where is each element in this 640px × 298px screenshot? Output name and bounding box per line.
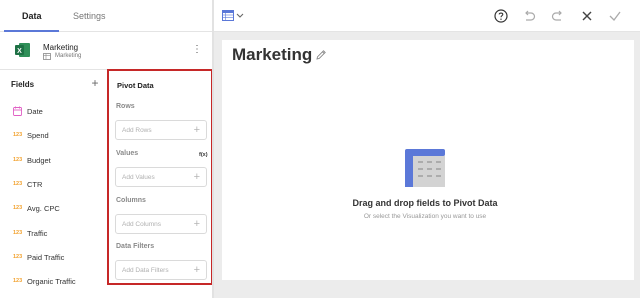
field-label: Avg. CPC bbox=[27, 204, 60, 214]
field-item[interactable]: 123 CTR bbox=[13, 178, 98, 192]
empty-state-title: Drag and drop fields to Pivot Data bbox=[352, 198, 498, 208]
field-label: Traffic bbox=[27, 228, 48, 238]
tab-settings[interactable]: Settings bbox=[73, 0, 106, 32]
number-type-icon: 123 bbox=[13, 180, 23, 187]
field-label: Spend bbox=[27, 131, 49, 141]
field-item[interactable]: 123 Organic Traffic bbox=[13, 275, 98, 289]
field-label: Budget bbox=[27, 155, 51, 165]
add-data-filters-dropzone[interactable]: Add Data Filters + bbox=[115, 260, 207, 280]
add-rows-placeholder: Add Rows bbox=[122, 127, 152, 134]
values-label: Values bbox=[116, 150, 139, 157]
field-label: CTR bbox=[27, 179, 43, 189]
pivot-table-icon bbox=[405, 149, 445, 187]
kebab-icon[interactable]: ⋮ bbox=[192, 43, 202, 57]
plus-icon: + bbox=[193, 264, 200, 276]
add-columns-placeholder: Add Columns bbox=[122, 221, 162, 228]
data-filters-label: Data Filters bbox=[116, 243, 155, 250]
rows-label: Rows bbox=[116, 103, 135, 110]
tab-data[interactable]: Data bbox=[22, 0, 42, 32]
close-icon[interactable] bbox=[580, 9, 594, 23]
empty-state-subtitle: Or select the Visualization you want to … bbox=[363, 213, 487, 220]
field-item[interactable]: 123 Paid Traffic bbox=[13, 251, 98, 265]
function-icon[interactable]: f(x) bbox=[199, 152, 208, 158]
redo-icon[interactable] bbox=[551, 9, 565, 23]
plus-icon: + bbox=[193, 218, 200, 230]
plus-icon: + bbox=[193, 171, 200, 183]
pivot-panel: Pivot Data Rows Add Rows + Values f(x) A… bbox=[107, 69, 213, 285]
svg-text:X: X bbox=[17, 48, 22, 55]
visualization-title[interactable]: Marketing bbox=[232, 45, 312, 65]
help-icon[interactable] bbox=[494, 9, 508, 23]
columns-label: Columns bbox=[116, 197, 146, 204]
number-type-icon: 123 bbox=[13, 205, 23, 212]
add-columns-dropzone[interactable]: Add Columns + bbox=[115, 214, 207, 234]
number-type-icon: 123 bbox=[13, 278, 23, 285]
add-values-dropzone[interactable]: Add Values + bbox=[115, 167, 207, 187]
number-type-icon: 123 bbox=[13, 229, 23, 236]
field-item[interactable]: 123 Avg. CPC bbox=[13, 202, 98, 216]
field-label: Date bbox=[27, 107, 43, 116]
panel-tabs: Data Settings bbox=[0, 0, 212, 32]
field-item[interactable]: Date bbox=[13, 105, 98, 119]
toolbar bbox=[214, 0, 640, 32]
plus-icon: + bbox=[193, 124, 200, 136]
excel-icon: X bbox=[15, 43, 30, 57]
add-field-button[interactable]: + bbox=[90, 76, 100, 90]
add-rows-dropzone[interactable]: Add Rows + bbox=[115, 120, 207, 140]
panel-divider bbox=[212, 0, 214, 298]
add-data-filters-placeholder: Add Data Filters bbox=[122, 267, 169, 274]
add-values-placeholder: Add Values bbox=[122, 174, 155, 181]
field-label: Paid Traffic bbox=[27, 252, 65, 262]
calendar-icon bbox=[13, 106, 22, 116]
number-type-icon: 123 bbox=[13, 156, 23, 163]
pivot-grid-icon[interactable] bbox=[222, 10, 246, 22]
field-item[interactable]: 123 Traffic bbox=[13, 227, 98, 241]
field-item[interactable]: 123 Spend bbox=[13, 129, 98, 143]
edit-icon[interactable] bbox=[315, 49, 327, 61]
number-type-icon: 123 bbox=[13, 132, 23, 139]
undo-icon[interactable] bbox=[522, 9, 536, 23]
field-label: Organic Traffic bbox=[27, 277, 76, 287]
datasource-sheet: Marketing bbox=[55, 53, 82, 59]
pivot-title: Pivot Data bbox=[117, 81, 154, 90]
field-item[interactable]: 123 Budget bbox=[13, 154, 98, 168]
datasource-row[interactable] bbox=[0, 32, 212, 70]
check-icon[interactable] bbox=[608, 9, 622, 23]
sheet-icon bbox=[43, 53, 51, 60]
datasource-name: Marketing bbox=[43, 43, 79, 52]
number-type-icon: 123 bbox=[13, 253, 23, 260]
fields-title: Fields bbox=[11, 80, 35, 89]
